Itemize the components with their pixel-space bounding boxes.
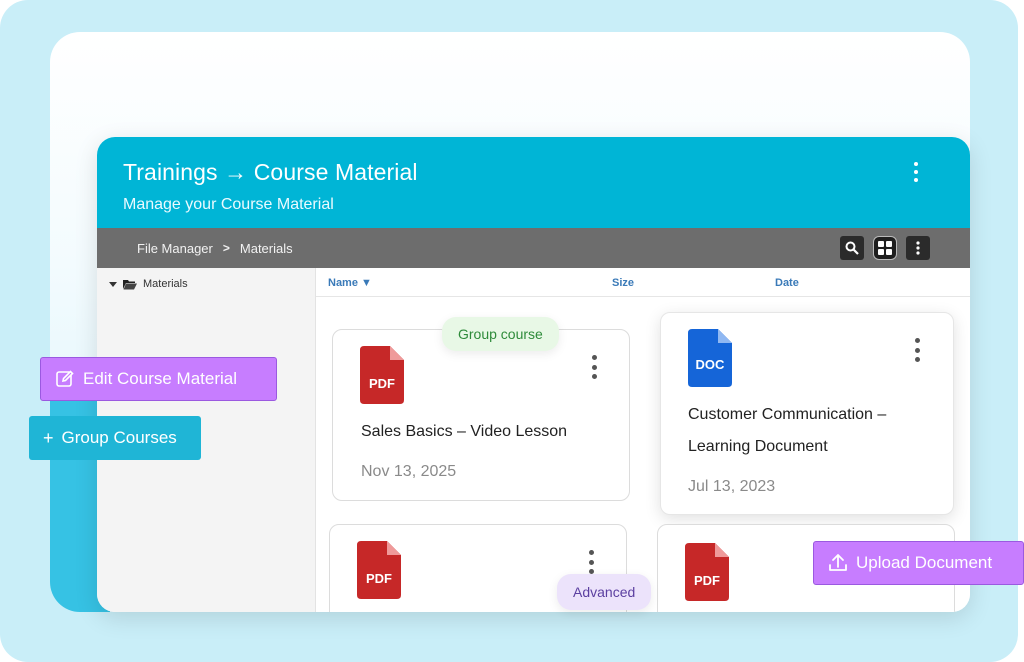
card-more-icon[interactable] xyxy=(912,338,922,362)
plus-icon: + xyxy=(43,427,54,448)
tree-item-label: Materials xyxy=(143,278,188,290)
advanced-tag: Advanced xyxy=(557,574,652,610)
group-course-tag: Group course xyxy=(442,317,559,351)
file-name: Sales Basics – Video Lesson xyxy=(361,423,568,440)
file-name-line1: Customer Communication – xyxy=(688,406,887,423)
doc-file-icon: DOC xyxy=(688,329,732,387)
file-card[interactable]: DOC Customer Communication – Learning Do… xyxy=(660,312,954,515)
breadcrumb-materials[interactable]: Materials xyxy=(240,241,293,256)
file-toolbar: File Manager > Materials xyxy=(97,228,970,268)
pdf-label: PDF xyxy=(369,376,395,391)
pdf-label: PDF xyxy=(366,571,392,586)
tree-item-materials[interactable]: Materials xyxy=(109,278,188,290)
breadcrumb-separator-icon: > xyxy=(222,241,230,255)
column-size[interactable]: Size xyxy=(612,277,634,289)
column-header-row: Name ▼ Size Date xyxy=(316,268,970,297)
search-icon xyxy=(845,241,859,255)
group-courses-button[interactable]: + Group Courses xyxy=(29,416,201,460)
window-header: Trainings → Course Material Manage your … xyxy=(97,137,970,228)
file-name-line2: Learning Document xyxy=(688,438,828,455)
grid-view-button[interactable] xyxy=(873,236,897,260)
file-card[interactable]: PDF Sales Basics – Video Lesson Nov 13, … xyxy=(332,329,630,501)
column-date[interactable]: Date xyxy=(775,277,799,289)
caret-down-icon xyxy=(109,282,117,287)
breadcrumb-file-manager[interactable]: File Manager xyxy=(137,241,213,256)
pdf-file-icon: PDF xyxy=(360,346,404,404)
breadcrumb: File Manager > Materials xyxy=(137,241,293,256)
search-button[interactable] xyxy=(840,236,864,260)
card-more-icon[interactable] xyxy=(586,550,596,574)
toolbar-actions xyxy=(840,236,930,260)
group-button-label: Group Courses xyxy=(61,428,177,447)
grid-icon xyxy=(878,241,892,255)
page-title: Trainings → Course Material xyxy=(123,159,418,185)
edit-icon xyxy=(56,370,74,387)
upload-icon xyxy=(829,554,847,571)
pdf-file-icon: PDF xyxy=(357,541,401,599)
toolbar-more-button[interactable] xyxy=(906,236,930,260)
header-more-icon[interactable] xyxy=(906,159,926,185)
column-name[interactable]: Name ▼ xyxy=(328,277,372,289)
folder-open-icon xyxy=(123,279,137,289)
pdf-file-icon: PDF xyxy=(685,543,729,601)
card-more-icon[interactable] xyxy=(589,355,599,379)
doc-label: DOC xyxy=(696,357,726,372)
upload-button-label: Upload Document xyxy=(856,553,993,572)
pdf-label: PDF xyxy=(694,573,720,588)
file-date: Jul 13, 2023 xyxy=(688,478,776,495)
edit-course-material-button[interactable]: Edit Course Material xyxy=(40,357,277,401)
file-date: Nov 13, 2025 xyxy=(361,463,457,480)
more-vertical-icon xyxy=(916,241,920,255)
page-subtitle: Manage your Course Material xyxy=(123,196,334,213)
upload-document-button[interactable]: Upload Document xyxy=(813,541,1024,585)
edit-button-label: Edit Course Material xyxy=(83,369,238,388)
